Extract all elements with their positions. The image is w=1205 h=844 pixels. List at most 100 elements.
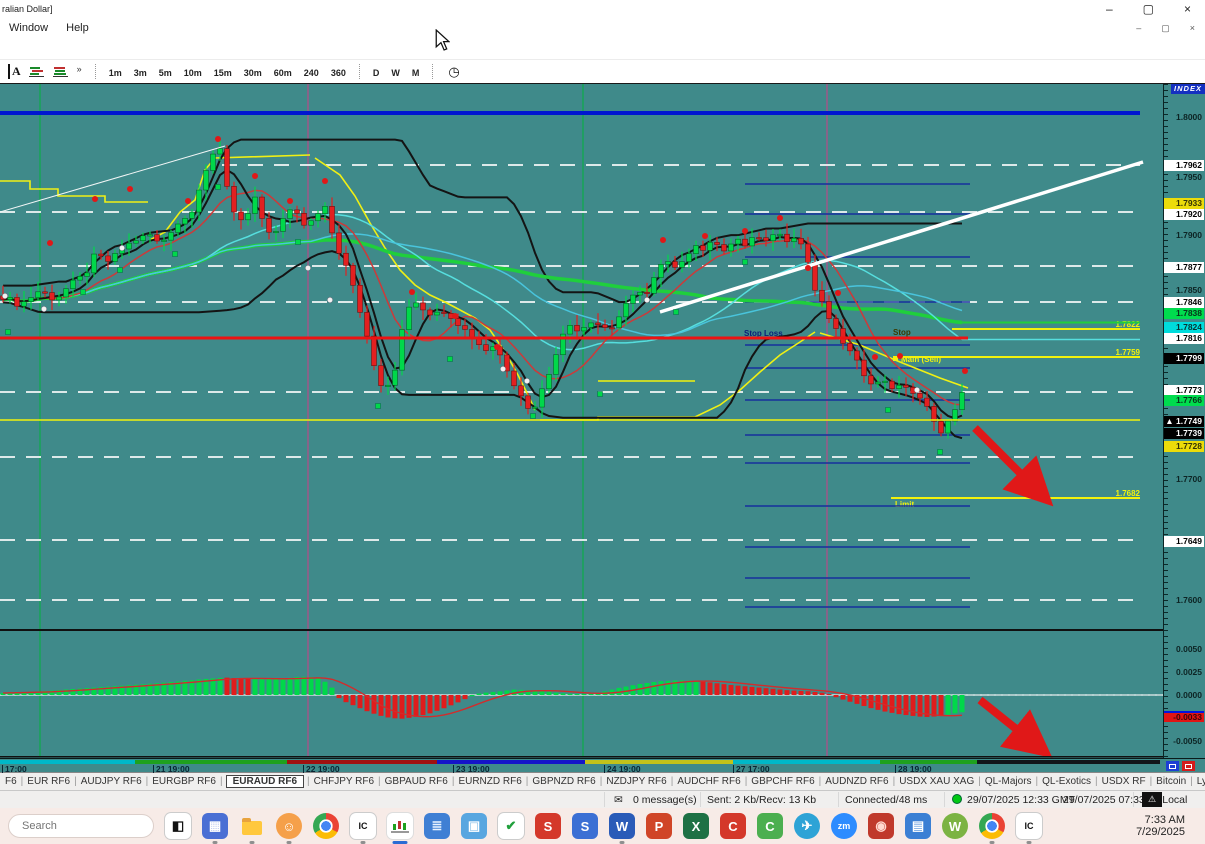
chrome-icon[interactable] [313,813,339,839]
photos-icon[interactable]: ▣ [461,813,487,839]
symbol-tab-bar: F6 | EUR RF6 | AUDJPY RF6 | EURGBP RF6 | EURAUD … [0,772,1205,790]
tab-bitcoin[interactable]: Bitcoin [1153,776,1189,787]
pattern-tool-2[interactable] [52,66,69,78]
tab-lyte[interactable]: Lyte [1194,776,1205,787]
tab-audnzd-rf6[interactable]: AUDNZD RF6 [822,776,891,787]
trading-platform-icon[interactable] [387,813,413,844]
timeframe-60m[interactable]: 60m [274,68,292,78]
tab-audjpy-rf6[interactable]: AUDJPY RF6 [78,776,145,787]
child-close-button[interactable]: × [1190,23,1195,34]
time-label: 27 17:00 [733,765,770,773]
tab-eurnzd-rf6[interactable]: EURNZD RF6 [455,776,524,787]
excel-icon[interactable]: X [683,813,709,839]
price-label: 0.0000 [1176,690,1202,700]
price-label: 1.7962 [1164,160,1204,171]
ic-markets-icon[interactable]: IC [350,813,376,844]
quick-settings-icon[interactable]: ◧ [165,813,191,839]
alert-icon[interactable]: ⚠ [1142,792,1162,807]
pattern-tool-1[interactable] [28,66,45,78]
price-label: 1.7739 [1164,428,1204,439]
camtasia-green-icon[interactable]: C [757,813,783,839]
s-blue-app-icon[interactable]: S [572,813,598,839]
clock-time: 7:33 AM [1144,813,1185,826]
green-check-app-icon[interactable]: ✔ [498,813,524,839]
zoom-icon[interactable]: zm [831,813,857,839]
scroll-left-button[interactable] [1166,761,1179,771]
price-scale[interactable]: INDEX 1.8000 1.7962 1.7950 1.7933 1.7920 1.79… [1163,84,1205,758]
price-chart-canvas[interactable] [0,84,1163,758]
period-W[interactable]: W [391,68,400,78]
wechat-icon[interactable]: W [942,813,968,839]
tab-chfjpy-rf6[interactable]: CHFJPY RF6 [311,776,377,787]
tab-eurgbp-rf6[interactable]: EURGBP RF6 [149,776,219,787]
s-red-app-icon[interactable]: S [535,813,561,839]
menu-help[interactable]: Help [57,22,98,34]
trading-app-window: { "window": {"title": "ralian Dollar]", … [0,0,1205,844]
timeframe-5m[interactable]: 5m [159,68,172,78]
tab-gbpnzd-rf6[interactable]: GBPNZD RF6 [529,776,598,787]
clock-date: 7/29/2025 [1136,826,1185,838]
time-label: 23 19:00 [453,765,490,773]
minimize-button[interactable]: – [1106,1,1113,17]
price-label: 1.7816 [1164,333,1204,344]
period-D[interactable]: D [373,68,380,78]
gmt-time: 29/07/2025 12:33 GMT [952,793,1075,807]
menu-window[interactable]: Window [0,22,57,34]
scroll-right-button[interactable] [1182,761,1195,771]
timeframe-15m[interactable]: 15m [214,68,232,78]
clock-tool-icon[interactable]: ◷ [448,64,459,80]
price-label: 1.7838 [1164,308,1204,319]
tab-usdx-xau-xag[interactable]: USDX XAU XAG [896,776,977,787]
more-tools-button[interactable]: » [77,64,82,74]
price-label: 1.7846 [1164,297,1204,308]
time-axis: 17:00 21 19:00 22 19:00 23 19:00 24 19:00 27 … [0,758,1205,773]
timeframe-3m[interactable]: 3m [134,68,147,78]
status-bar: ✉ 0 message(s) Sent: 2 Kb/Recv: 13 Kb Co… [0,790,1205,808]
tab-audchf-rf6[interactable]: AUDCHF RF6 [674,776,743,787]
tab-euraud-rf6[interactable]: EURAUD RF6 [225,775,305,788]
timeframe-240[interactable]: 240 [304,68,319,78]
word-icon[interactable]: W [609,813,635,844]
timeframe-30m[interactable]: 30m [244,68,262,78]
message-count: 0 message(s) [633,794,697,806]
mail-icon: ✉ [614,794,623,806]
period-M[interactable]: M [412,68,420,78]
timeframe-360[interactable]: 360 [331,68,346,78]
account-icon[interactable]: ☺ [276,813,302,844]
translator-icon[interactable]: ▤ [905,813,931,839]
text-label-tool[interactable]: A [8,64,21,79]
search-input[interactable] [8,814,154,838]
restore-button[interactable]: ▢ [1143,1,1154,17]
timeframe-10m[interactable]: 10m [184,68,202,78]
tab-ql-exotics[interactable]: QL-Exotics [1039,776,1094,787]
notes-icon[interactable]: ≣ [424,813,450,839]
time-label: 22 19:00 [303,765,340,773]
tab-usdx-rf[interactable]: USDX RF [1099,776,1149,787]
price-label: 1.7600 [1176,595,1202,605]
child-minimize-button[interactable]: – [1136,23,1141,34]
tab-eur-rf6[interactable]: EUR RF6 [24,776,73,787]
camtasia-red-icon[interactable]: C [720,813,746,839]
tab-gbpaud-rf6[interactable]: GBPAUD RF6 [382,776,451,787]
tab-gbpchf-rf6[interactable]: GBPCHF RF6 [748,776,817,787]
tab-ql-majors[interactable]: QL-Majors [982,776,1035,787]
timeframe-1m[interactable]: 1m [109,68,122,78]
tab-nzdjpy-rf6[interactable]: NZDJPY RF6 [603,776,669,787]
chart-area[interactable]: INDEX 1.8000 1.7962 1.7950 1.7933 1.7920 1.79… [0,84,1205,758]
taskbar-clock[interactable]: 7:33 AM 7/29/2025 [1136,814,1197,839]
ic-markets-2-icon[interactable]: IC [1016,813,1042,844]
calculator-icon[interactable]: ▦ [202,813,228,844]
session-strip [977,760,1160,764]
price-label: 1.7850 [1176,285,1202,295]
folder-shape [242,817,262,835]
price-label: 1.7877 [1164,262,1204,273]
powerpoint-icon[interactable]: P [646,813,672,839]
file-explorer-icon[interactable] [239,813,265,844]
tab-f6[interactable]: F6 [2,776,20,787]
recorder-icon[interactable]: ◉ [868,813,894,839]
telegram-icon[interactable]: ✈ [794,813,820,839]
chrome-2-icon[interactable] [979,813,1005,844]
close-button[interactable]: × [1184,1,1191,17]
child-restore-button[interactable]: ▢ [1161,23,1170,34]
price-label: ▲ 1.7749 [1164,416,1204,427]
